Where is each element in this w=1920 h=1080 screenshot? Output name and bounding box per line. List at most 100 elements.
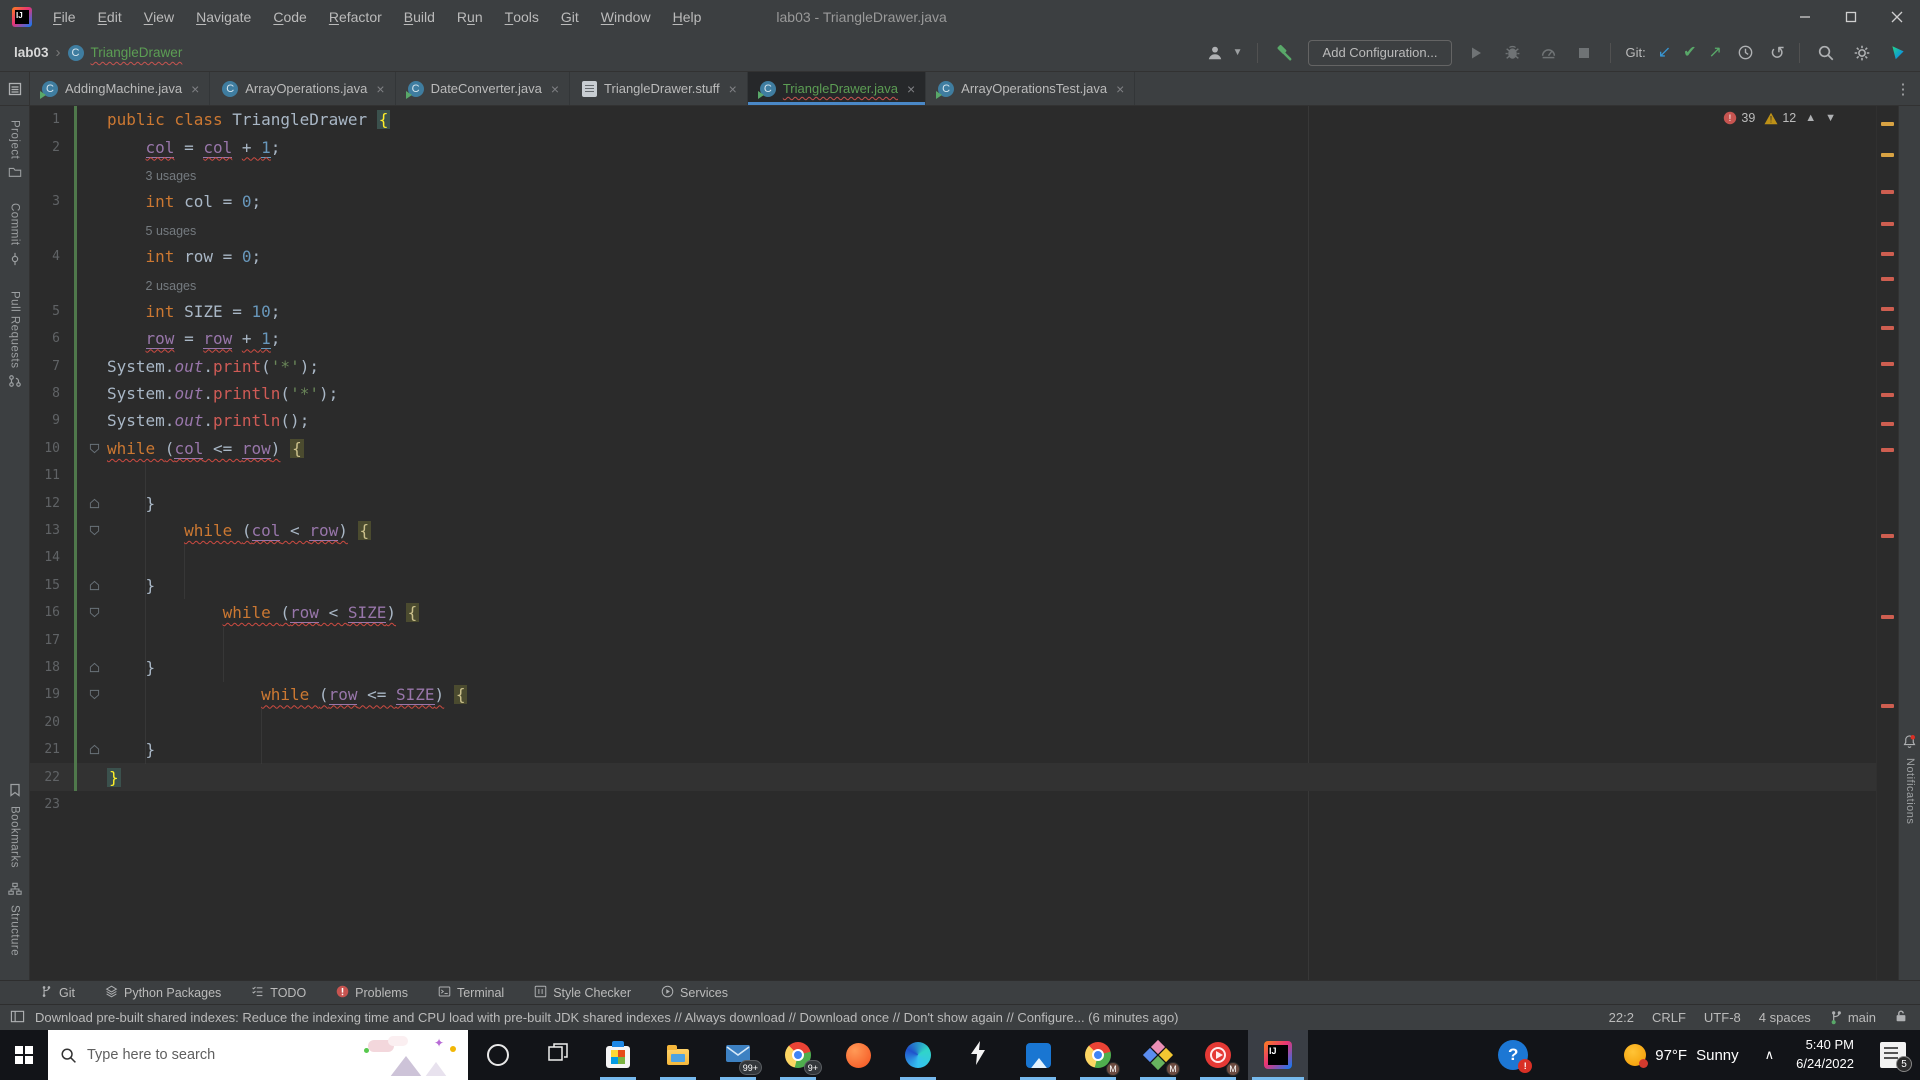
menu-edit[interactable]: Edit <box>87 0 133 34</box>
menu-run[interactable]: Run <box>446 0 494 34</box>
menu-code[interactable]: Code <box>262 0 317 34</box>
usages-hint[interactable]: 3 usages <box>107 165 197 184</box>
stripe-mark[interactable] <box>1881 122 1894 126</box>
fold-marker[interactable] <box>85 689 103 700</box>
close-tab-icon[interactable]: × <box>191 81 199 97</box>
git-commit-check-icon[interactable]: ✔ <box>1683 44 1696 61</box>
history-clock-icon[interactable] <box>1734 41 1758 65</box>
close-tab-icon[interactable]: × <box>551 81 559 97</box>
ytmusic-taskbar-icon[interactable]: M <box>1188 1030 1248 1080</box>
fold-marker[interactable] <box>85 498 103 509</box>
stop-icon[interactable] <box>1572 41 1596 65</box>
close-tab-icon[interactable]: × <box>376 81 384 97</box>
tab-ArrayOperationsTest.java[interactable]: C ArrayOperationsTest.java × <box>926 72 1136 105</box>
menu-build[interactable]: Build <box>393 0 446 34</box>
fold-marker[interactable] <box>85 662 103 673</box>
stripe-mark[interactable] <box>1881 393 1894 397</box>
tool-window-button-todo[interactable]: TODO <box>251 985 306 1001</box>
clock-widget[interactable]: 5:40 PM 6/24/2022 <box>1796 1036 1854 1074</box>
fold-marker[interactable] <box>85 580 103 591</box>
stripe-mark[interactable] <box>1881 190 1894 194</box>
stripe-mark[interactable] <box>1881 277 1894 281</box>
code-editor[interactable]: 1 public class TriangleDrawer {2 col = co… <box>30 106 1876 980</box>
inspections-widget[interactable]: ! 39 ! 12 ▲ ▼ <box>1723 111 1836 125</box>
fold-marker[interactable] <box>85 525 103 536</box>
debug-icon[interactable] <box>1500 41 1524 65</box>
indent-style[interactable]: 4 spaces <box>1759 1010 1811 1025</box>
tool-window-button-style-checker[interactable]: Style Checker <box>534 985 631 1001</box>
menu-help[interactable]: Help <box>662 0 713 34</box>
task-view-taskbar-icon[interactable] <box>528 1030 588 1080</box>
search-input[interactable] <box>87 1047 337 1063</box>
git-push-icon[interactable]: ↗ <box>1709 44 1722 61</box>
stripe-mark[interactable] <box>1881 448 1894 452</box>
file-encoding[interactable]: UTF-8 <box>1704 1010 1741 1025</box>
build-hammer-icon[interactable] <box>1272 41 1296 65</box>
breadcrumb-class[interactable]: TriangleDrawer <box>91 45 183 60</box>
notifications-bell-icon[interactable] <box>1902 734 1917 752</box>
notifications-stripe-label[interactable]: Notifications <box>1904 758 1916 824</box>
tool-window-button-python-packages[interactable]: Python Packages <box>105 985 221 1001</box>
taskbar-search[interactable]: ✦ <box>48 1030 468 1080</box>
rollback-icon[interactable]: ↺ <box>1770 44 1785 62</box>
stripe-mark[interactable] <box>1881 362 1894 366</box>
menu-refactor[interactable]: Refactor <box>318 0 393 34</box>
close-tab-icon[interactable]: × <box>907 81 915 97</box>
settings-gear-icon[interactable] <box>1850 41 1874 65</box>
tab-options-icon[interactable] <box>0 72 30 105</box>
usages-hint[interactable]: 2 usages <box>107 275 197 294</box>
tab-TriangleDrawer.stuff[interactable]: TriangleDrawer.stuff × <box>570 72 748 105</box>
git-update-icon[interactable]: ↙ <box>1658 44 1671 61</box>
add-configuration-button[interactable]: Add Configuration... <box>1307 39 1453 66</box>
fold-marker[interactable] <box>85 443 103 454</box>
learn-ide-icon[interactable] <box>1886 41 1910 65</box>
stripe-button-commit[interactable]: Commit <box>8 203 22 269</box>
tab-DateConverter.java[interactable]: C DateConverter.java × <box>396 72 571 105</box>
tray-overflow-chevron-icon[interactable]: ∧ <box>1765 1047 1775 1063</box>
chrome-taskbar-icon[interactable]: 9+ <box>768 1030 828 1080</box>
stripe-mark[interactable] <box>1881 153 1894 157</box>
git-branch-widget[interactable]: main <box>1829 1010 1876 1025</box>
stripe-button-bookmarks[interactable]: Bookmarks <box>9 783 21 868</box>
help-tray-icon[interactable]: ? <box>1498 1040 1533 1073</box>
tool-window-button-problems[interactable]: Problems <box>336 985 408 1001</box>
profiler-icon[interactable] <box>1536 41 1560 65</box>
line-separator[interactable]: CRLF <box>1652 1010 1686 1025</box>
stripe-mark[interactable] <box>1881 615 1894 619</box>
usages-hint[interactable]: 5 usages <box>107 220 197 239</box>
menu-navigate[interactable]: Navigate <box>185 0 262 34</box>
diagram-app-taskbar-icon[interactable]: M <box>1128 1030 1188 1080</box>
status-message[interactable]: Download pre-built shared indexes: Reduc… <box>35 1010 1179 1025</box>
menu-tools[interactable]: Tools <box>494 0 550 34</box>
close-tab-icon[interactable]: × <box>729 81 737 97</box>
next-problem-icon[interactable]: ▼ <box>1825 112 1836 124</box>
tab-TriangleDrawer.java[interactable]: C TriangleDrawer.java × <box>747 72 927 105</box>
mail-taskbar-icon[interactable]: 99+ <box>708 1030 768 1080</box>
tool-window-button-terminal[interactable]: Terminal <box>438 985 504 1001</box>
cortana-taskbar-icon[interactable] <box>468 1030 528 1080</box>
stripe-mark[interactable] <box>1881 422 1894 426</box>
stripe-mark[interactable] <box>1881 704 1894 708</box>
tab-ArrayOperations.java[interactable]: C ArrayOperations.java × <box>210 72 396 105</box>
close-button[interactable] <box>1874 0 1920 34</box>
weather-widget[interactable]: 97°F Sunny <box>1624 1044 1739 1068</box>
edge-taskbar-icon[interactable] <box>888 1030 948 1080</box>
lock-icon[interactable] <box>1894 1009 1908 1026</box>
fold-marker[interactable] <box>85 744 103 755</box>
minimize-button[interactable] <box>1782 0 1828 34</box>
close-tab-icon[interactable]: × <box>1116 81 1124 97</box>
run-icon[interactable] <box>1464 41 1488 65</box>
search-everywhere-icon[interactable] <box>1814 41 1838 65</box>
start-button[interactable] <box>0 1030 48 1080</box>
menu-window[interactable]: Window <box>590 0 662 34</box>
action-center-icon[interactable]: 5 <box>1880 1042 1912 1072</box>
user-account-icon[interactable] <box>1203 41 1227 65</box>
menu-git[interactable]: Git <box>550 0 590 34</box>
stripe-mark[interactable] <box>1881 222 1894 226</box>
stripe-button-pull-requests[interactable]: Pull Requests <box>8 291 22 391</box>
error-stripe[interactable] <box>1876 106 1898 980</box>
stripe-button-project[interactable]: Project <box>8 120 22 181</box>
fold-marker[interactable] <box>85 607 103 618</box>
menu-view[interactable]: View <box>133 0 185 34</box>
lightning-app-taskbar-icon[interactable] <box>948 1030 1008 1080</box>
